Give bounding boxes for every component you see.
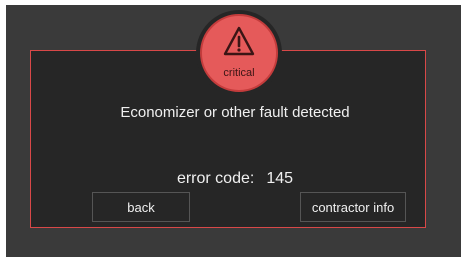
- error-code-value: 145: [266, 170, 294, 187]
- back-button[interactable]: back: [92, 192, 190, 222]
- critical-badge: critical: [200, 14, 278, 92]
- contractor-info-button[interactable]: contractor info: [300, 192, 406, 222]
- fault-message: Economizer or other fault detected: [120, 104, 350, 121]
- error-code-label: error code:: [176, 170, 255, 187]
- badge-label: critical: [223, 67, 255, 79]
- warning-triangle-icon: [223, 26, 255, 56]
- error-code-row: error code: 145: [0, 170, 470, 188]
